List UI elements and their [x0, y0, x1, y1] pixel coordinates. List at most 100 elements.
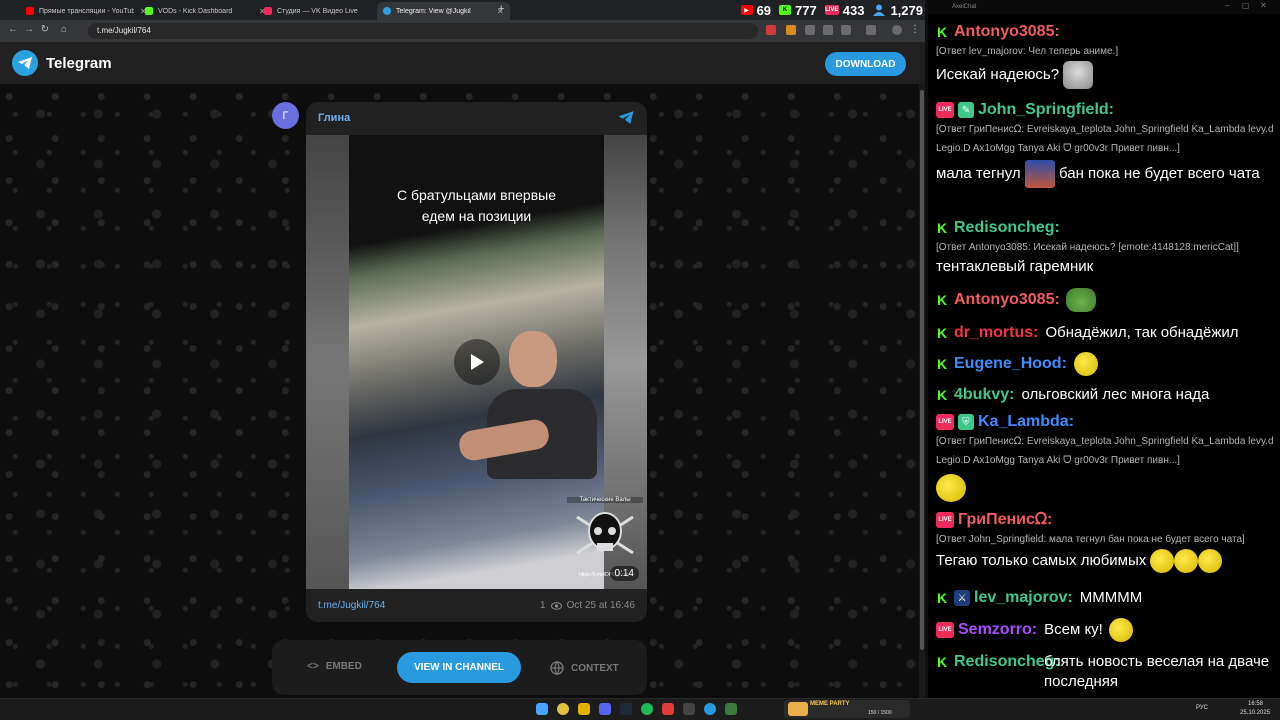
scrollbar-thumb[interactable]	[920, 90, 924, 650]
tab-title: VODs - Kick Dashboard	[158, 7, 233, 15]
close-icon[interactable]: ✕	[1260, 1, 1267, 10]
meme-party-widget[interactable]: MEME PARTY 150 / 1500	[784, 700, 910, 718]
chat-username[interactable]: ГриПенисᘯ:	[958, 511, 1052, 529]
context-button[interactable]: CONTEXT	[550, 661, 619, 675]
app-icon[interactable]	[662, 703, 674, 715]
home-icon[interactable]: ⌂	[57, 24, 71, 35]
yellow-face-emote-icon	[1073, 352, 1098, 376]
folder-icon[interactable]	[578, 703, 590, 715]
new-tab-icon[interactable]: +	[498, 3, 504, 15]
chat-username[interactable]: dr_mortus:	[954, 324, 1038, 342]
tab-title: Прямые трансляции - YouTube	[39, 7, 134, 15]
stat-value: 69	[756, 2, 772, 18]
vk-live-icon: LIVE	[936, 512, 954, 528]
kick-icon: K	[779, 5, 792, 15]
stat-value: 433	[842, 2, 865, 18]
chat-username[interactable]: Antonyo3085:	[954, 23, 1060, 41]
browser-window: Прямые трансляции - YouTube ✕ VODs - Kic…	[0, 0, 925, 698]
caption-line: едем на позиции	[421, 208, 532, 224]
app-icon[interactable]	[725, 703, 737, 715]
chat-username[interactable]: Eugene_Hood:	[954, 355, 1067, 373]
kick-icon: K	[936, 24, 948, 40]
post-meta: 1 Oct 25 at 16:46	[540, 600, 635, 611]
url-text: t.me/Jugkil/764	[97, 26, 151, 35]
chat-message: LIVE ⛨ Ka_Lambda: [Ответ ГриПенисᘯ: Evre…	[936, 412, 1276, 502]
chat-message: K dr_mortus: Обнадёжил, так обнадёжил	[936, 323, 1276, 343]
chat-username[interactable]: Antonyo3085:	[954, 291, 1060, 309]
post-author[interactable]: Глина	[318, 112, 350, 124]
chat-username[interactable]: John_Springfield:	[978, 101, 1114, 119]
tab-title: Студия — VK Видео Live	[277, 7, 358, 15]
download-button[interactable]: DOWNLOAD	[825, 52, 906, 76]
chat-text: блять новость веселая на дваче последняя	[1044, 653, 1270, 690]
channel-avatar[interactable]: Г	[272, 102, 299, 129]
tab-title: Telegram: View @Jugkil	[396, 7, 471, 15]
spotify-icon[interactable]	[641, 703, 653, 715]
play-button[interactable]	[454, 339, 500, 385]
chat-username[interactable]: Redisoncheg:	[954, 219, 1060, 237]
kick-icon: K	[936, 654, 948, 670]
view-in-channel-button[interactable]: VIEW IN CHANNEL	[397, 652, 521, 683]
eye-icon	[550, 601, 562, 610]
tab-telegram[interactable]: Telegram: View @Jugkil ✕	[377, 2, 510, 20]
chat-username[interactable]: Ka_Lambda:	[978, 413, 1074, 431]
post-date: Oct 25 at 16:46	[566, 600, 635, 611]
discord-icon[interactable]	[599, 703, 611, 715]
address-bar[interactable]: t.me/Jugkil/764	[88, 23, 758, 39]
start-icon[interactable]	[536, 703, 548, 715]
extension-icon[interactable]	[805, 25, 815, 35]
video-caption: С братульцами впервые едем на позиции	[349, 185, 604, 227]
language-indicator[interactable]: РУС	[1196, 705, 1208, 711]
chat-text	[936, 470, 1276, 502]
stat-viewers: 1,279	[872, 3, 923, 18]
app-icon[interactable]	[683, 703, 695, 715]
menu-icon[interactable]: ⋮	[908, 24, 922, 35]
telegram-logo-icon[interactable]	[12, 50, 38, 76]
context-label: CONTEXT	[571, 662, 619, 674]
telegram-icon[interactable]	[704, 703, 716, 715]
stat-kick: K 777	[779, 3, 817, 18]
video-player[interactable]: С братульцами впервые едем на позиции Та…	[306, 135, 647, 589]
chat-username[interactable]: Semzorro:	[958, 621, 1037, 639]
download-icon[interactable]	[866, 25, 876, 35]
extension-icon[interactable]	[786, 25, 796, 35]
page-scrollbar[interactable]	[919, 84, 925, 698]
reload-icon[interactable]: ↻	[38, 24, 52, 35]
extension-icon[interactable]	[823, 25, 833, 35]
stat-youtube: ▶ 69	[740, 2, 772, 18]
forward-icon[interactable]: →	[22, 24, 36, 35]
vk-live-icon: LIVE	[824, 5, 839, 15]
telegram-header: Telegram DOWNLOAD	[0, 42, 920, 84]
frog-emote-icon	[1065, 288, 1096, 312]
chat-reply: [Ответ John_Springfield: мала тегнул бан…	[936, 534, 1245, 545]
stat-vk-live: LIVE 433	[824, 2, 865, 18]
tab-kick[interactable]: VODs - Kick Dashboard ✕	[139, 2, 272, 20]
steam-icon[interactable]	[620, 703, 632, 715]
profile-icon[interactable]	[892, 25, 902, 35]
chat-reply: [Ответ ГриПенисᘯ: Evreiskaya_teplota Joh…	[936, 124, 1274, 154]
stat-value: 1,279	[890, 2, 923, 18]
back-icon[interactable]: ←	[6, 24, 20, 35]
wave-emote-icon	[936, 474, 966, 502]
puzzle-icon[interactable]	[841, 25, 851, 35]
wave-emote-icon	[1108, 618, 1133, 642]
chat-message: LIVE ГриПенисᘯ: [Ответ John_Springfield:…	[936, 510, 1276, 573]
maximize-icon[interactable]: ▢	[1242, 1, 1250, 10]
kick-icon: K	[936, 590, 948, 606]
telegram-brand[interactable]: Telegram	[46, 55, 112, 72]
clock-date[interactable]: 25.10.2025	[1240, 710, 1270, 716]
chat-username[interactable]: 4bukvy:	[954, 386, 1014, 404]
globe-icon	[550, 661, 564, 675]
chrome-icon[interactable]	[557, 703, 569, 715]
minimize-icon[interactable]: –	[1225, 1, 1229, 10]
widget-title: MEME PARTY	[810, 701, 850, 707]
chat-username[interactable]: lev_majorov:	[974, 589, 1073, 607]
tab-vk[interactable]: Студия — VK Видео Live ✕	[258, 2, 391, 20]
embed-button[interactable]: <> EMBED	[307, 661, 362, 672]
kick-icon	[145, 7, 153, 15]
post-link[interactable]: t.me/Jugkil/764	[318, 600, 385, 611]
clock-time[interactable]: 16:58	[1248, 701, 1263, 707]
chat-reply: [Ответ lev_majorov: Чел теперь аниме.]	[936, 46, 1119, 57]
extension-icon[interactable]	[766, 25, 776, 35]
tab-youtube[interactable]: Прямые трансляции - YouTube ✕	[20, 2, 153, 20]
